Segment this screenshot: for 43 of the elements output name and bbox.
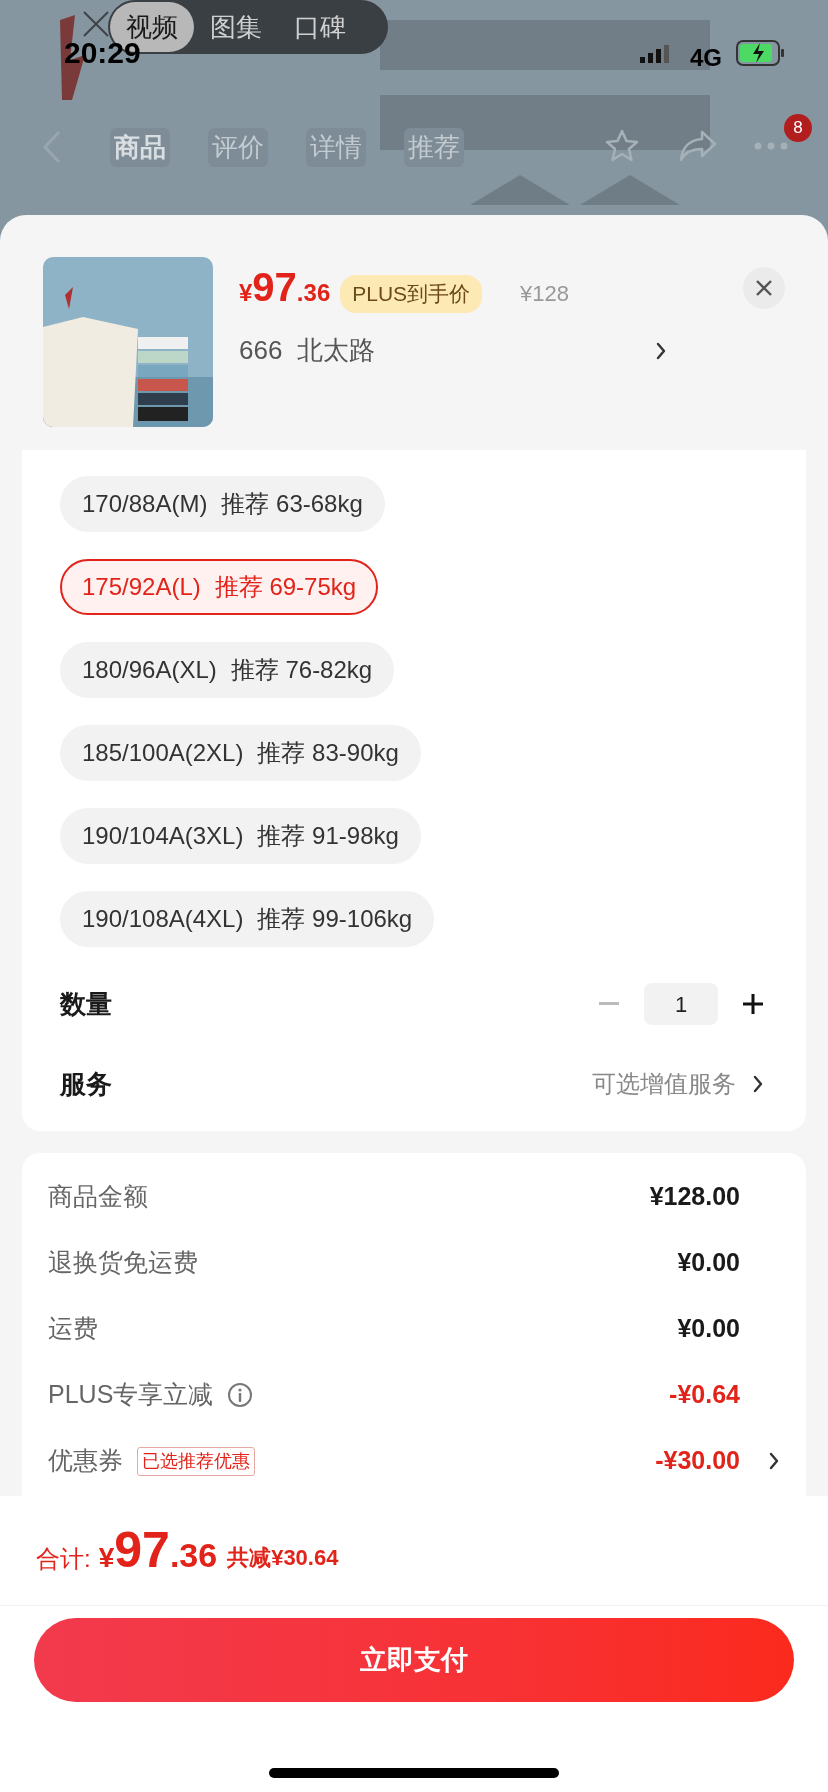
total-price: 合计: ¥97.36 — [36, 1521, 218, 1580]
size-option[interactable]: 180/96A(XL) 推荐 76-82kg — [60, 642, 395, 698]
size-option[interactable]: 190/104A(3XL) 推荐 91-98kg — [60, 808, 421, 864]
fee-value: ¥0.00 — [677, 1313, 740, 1345]
size-option[interactable]: 190/108A(4XL) 推荐 99-106kg — [60, 891, 435, 947]
fee-value: ¥0.00 — [677, 1247, 740, 1279]
close-icon — [755, 279, 773, 297]
fee-value: -¥0.64 — [669, 1379, 740, 1411]
total-discount: 共减¥30.64 — [227, 1544, 339, 1572]
fee-label: 商品金额 — [48, 1181, 148, 1213]
chevron-right-icon — [768, 1451, 780, 1471]
quantity-label: 数量 — [60, 987, 112, 1021]
size-option[interactable]: 170/88A(M) 推荐 63-68kg — [60, 476, 385, 532]
more-icon[interactable] — [754, 142, 788, 150]
coupon-tag: 已选推荐优惠 — [137, 1446, 255, 1476]
selected-spec: 666 北太路 — [239, 334, 375, 367]
minus-icon — [599, 1002, 619, 1006]
fee-label: 运费 — [48, 1313, 98, 1345]
info-icon[interactable] — [227, 1382, 254, 1408]
service-label: 服务 — [60, 1067, 112, 1101]
fee-value: ¥128.00 — [649, 1181, 740, 1213]
star-icon[interactable] — [604, 128, 640, 164]
close-button[interactable] — [743, 267, 785, 309]
pay-button[interactable]: 立即支付 — [34, 1618, 794, 1702]
fee-label: 退换货免运费 — [48, 1247, 198, 1279]
media-tab[interactable]: 口碑 — [278, 2, 362, 52]
quantity-field[interactable]: 1 — [644, 983, 718, 1025]
media-tab[interactable]: 图集 — [194, 2, 278, 52]
price: ¥97.36 — [239, 264, 331, 311]
chevron-right-icon — [655, 340, 667, 361]
battery-icon — [736, 40, 786, 66]
size-option[interactable]: 175/92A(L) 推荐 69-75kg — [60, 559, 379, 615]
size-option[interactable]: 185/100A(2XL) 推荐 83-90kg — [60, 725, 421, 781]
service-value[interactable]: 可选增值服务 — [592, 1066, 736, 1102]
share-icon[interactable] — [678, 128, 718, 164]
chevron-right-icon — [752, 1074, 764, 1094]
original-price: ¥128 — [520, 280, 570, 308]
network-label: 4G — [690, 43, 722, 73]
fee-value: -¥30.00 — [655, 1445, 740, 1477]
plus-price-tag: PLUS到手价 — [340, 275, 483, 313]
signal-icon — [640, 45, 670, 63]
fee-label: 优惠券 — [48, 1445, 123, 1477]
fee-label: PLUS专享立减 — [48, 1379, 214, 1411]
